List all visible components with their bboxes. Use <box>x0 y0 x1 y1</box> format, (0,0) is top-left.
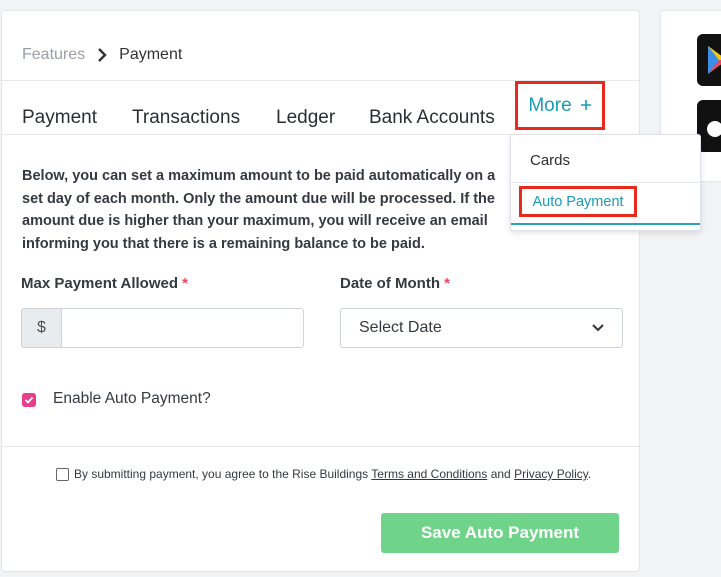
google-play-badge[interactable] <box>697 34 721 86</box>
max-payment-input[interactable] <box>61 308 304 348</box>
check-icon <box>24 396 34 404</box>
date-select-value: Select Date <box>359 319 442 336</box>
agreement-suffix: . <box>587 467 592 481</box>
save-auto-payment-button[interactable]: Save Auto Payment <box>381 513 619 553</box>
tab-ledger[interactable]: Ledger <box>276 107 335 129</box>
chevron-down-icon <box>592 319 604 337</box>
date-of-month-label-text: Date of Month <box>340 275 440 292</box>
breadcrumb-features[interactable]: Features <box>22 46 85 64</box>
agreement-prefix: By submitting payment, you agree to the … <box>74 467 369 481</box>
required-mark: * <box>182 275 189 292</box>
required-mark: * <box>444 275 450 292</box>
plus-icon <box>580 95 592 117</box>
max-payment-label-text: Max Payment Allowed <box>21 275 178 292</box>
privacy-policy-link[interactable]: Privacy Policy <box>514 467 588 481</box>
breadcrumb-current: Payment <box>119 46 183 63</box>
date-of-month-label: Date of Month * <box>340 275 450 292</box>
enable-auto-payment-label: Enable Auto Payment? <box>53 390 211 407</box>
terms-link[interactable]: Terms and Conditions <box>371 467 487 481</box>
tab-bank-accounts[interactable]: Bank Accounts <box>369 107 495 129</box>
active-indicator <box>511 223 700 225</box>
description-text: Below, you can set a maximum amount to b… <box>22 168 496 252</box>
menu-item-auto-payment[interactable]: Auto Payment <box>519 186 637 217</box>
agreement-checkbox[interactable] <box>56 468 69 481</box>
tab-transactions[interactable]: Transactions <box>132 107 240 129</box>
chevron-right-icon <box>97 48 107 62</box>
date-of-month-select[interactable]: Select Date <box>340 308 623 348</box>
max-payment-label: Max Payment Allowed * <box>21 275 188 292</box>
tab-more-label: More <box>528 94 572 116</box>
tab-payment[interactable]: Payment <box>22 107 97 129</box>
currency-prefix: $ <box>21 308 61 348</box>
menu-item-cards[interactable]: Cards <box>530 152 570 169</box>
tab-more[interactable]: More <box>515 81 605 130</box>
google-play-icon <box>708 46 721 74</box>
agreement-text: By submitting payment, you agree to the … <box>74 467 591 481</box>
more-dropdown-menu: Cards Auto Payment <box>510 134 701 231</box>
agreement-conjunction: and <box>490 467 511 481</box>
enable-auto-payment-checkbox[interactable] <box>22 393 36 407</box>
divider <box>511 182 700 183</box>
divider <box>2 446 639 447</box>
breadcrumb: Features Payment <box>22 46 182 64</box>
